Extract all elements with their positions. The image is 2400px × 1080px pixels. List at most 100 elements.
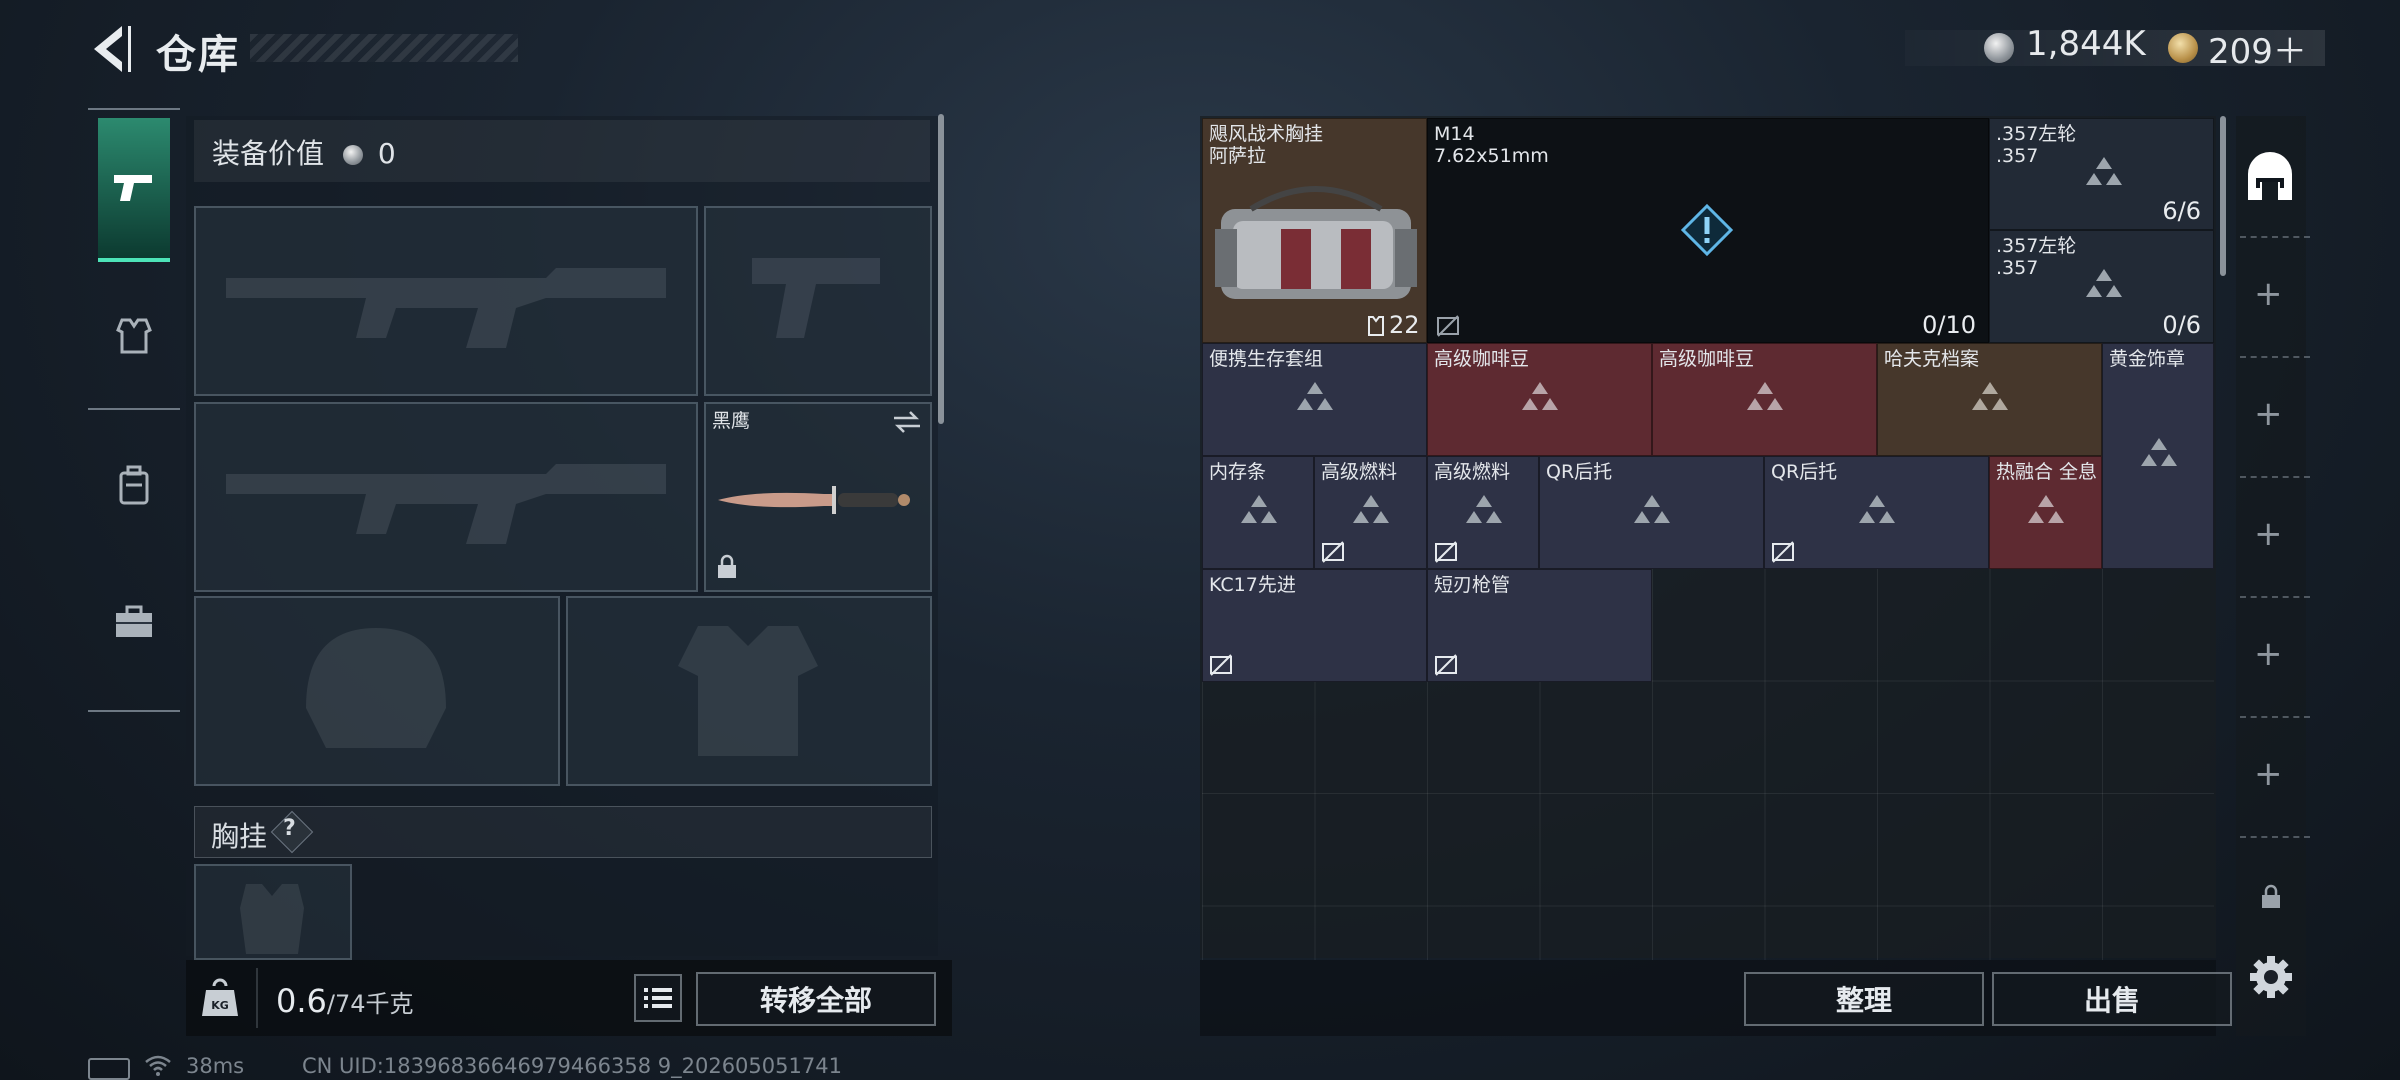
unknown-item-icon [1747,382,1783,410]
storage-item[interactable]: M14 7.62x51mm 0/10 [1427,118,1989,343]
tab-armor[interactable] [98,266,170,406]
item-name: 哈夫克档案 [1884,348,1980,370]
add-page-icon[interactable]: + [2254,634,2283,674]
unknown-item-icon [2086,269,2122,297]
storage-item[interactable]: 高级燃料 [1314,456,1427,569]
no-insurance-icon [1772,541,1794,563]
storage-item[interactable]: 飓风战术胸挂 阿萨拉 22 [1202,118,1427,343]
primary-weapon-slot[interactable] [194,206,698,396]
pistol-silhouette-icon [752,258,880,338]
storage-item[interactable]: 便携生存套组 [1202,343,1427,456]
sell-button[interactable]: 出售 [1992,972,2232,1026]
storage-item[interactable]: QR后托 [1539,456,1764,569]
alert-icon [1680,203,1734,257]
uid-text: CN UID:18396836646979466358 9_2026050517… [302,1054,842,1078]
silver-currency-amount: 1,844K [2026,24,2146,64]
item-name: .357左轮 .357 [1996,235,2077,279]
unknown-item-icon [1297,382,1333,410]
vest-silhouette-icon [678,626,818,756]
storage-item[interactable]: 高级咖啡豆 [1652,343,1877,456]
item-name: KC17先进 [1209,574,1296,596]
item-name: QR后托 [1771,461,1838,483]
category-tabs [88,106,180,712]
unknown-item-icon [1634,495,1670,523]
melee-slot[interactable]: 黑鹰 [704,402,932,592]
unknown-item-icon [1522,382,1558,410]
item-name: 高级咖啡豆 [1434,348,1530,370]
item-count: 22 [1389,311,1420,339]
tab-backpack[interactable] [98,416,170,556]
storage-item[interactable]: 黄金饰章 [2102,343,2214,569]
chest-rig-bag-icon [1215,186,1417,299]
item-name: 内存条 [1209,461,1267,483]
storage-home-icon[interactable] [2244,152,2296,202]
tab-weapons[interactable] [98,118,170,262]
add-page-icon[interactable]: + [2254,394,2283,434]
item-name: 高级咖啡豆 [1659,348,1755,370]
title-decoration [250,34,518,62]
storage-item[interactable]: 短刃枪管 [1427,569,1652,682]
backpack-icon [119,465,149,505]
transfer-all-button[interactable]: 转移全部 [696,972,936,1026]
back-arrow-icon[interactable] [88,22,132,76]
equipment-scrollbar[interactable] [938,114,944,424]
unknown-item-icon [2028,495,2064,523]
tab-case[interactable] [98,552,170,692]
helmet-slot[interactable] [194,596,560,786]
battery-icon [88,1058,130,1080]
item-count: 0/10 [1922,311,1976,339]
rifle-silhouette-icon [226,268,666,348]
wifi-icon [145,1055,171,1076]
knife-icon [718,486,910,514]
armor-vest-icon [116,318,152,354]
equipment-value: 0 [377,137,396,170]
storage-item[interactable]: 哈夫克档案 [1877,343,2102,456]
equipment-value-label: 装备价值 0 [212,137,396,170]
item-name: M14 7.62x51mm [1434,123,1549,167]
rifle-silhouette-icon [226,464,666,544]
add-page-icon[interactable]: + [2254,514,2283,554]
storage-item[interactable]: KC17先进 [1202,569,1427,682]
help-icon[interactable]: ? [283,816,296,841]
lock-icon [2262,884,2280,908]
item-count: 6/6 [2162,197,2201,225]
storage-item[interactable]: 内存条 [1202,456,1314,569]
weight-icon: KG [202,978,238,1016]
settings-gear-icon[interactable] [2248,954,2294,1000]
no-insurance-icon [1435,654,1457,676]
list-icon [644,988,672,1008]
storage-item[interactable]: .357左轮 .357 6/6 [1989,118,2214,230]
storage-item[interactable]: .357左轮 .357 0/6 [1989,230,2214,343]
no-insurance-icon [1210,654,1232,676]
unknown-item-icon [1972,382,2008,410]
item-name: .357左轮 .357 [1996,123,2077,167]
add-page-icon[interactable]: + [2254,274,2283,314]
chest-rig-slot[interactable] [194,864,352,960]
weight-max: /74千克 [326,990,414,1018]
no-insurance-icon [1322,541,1344,563]
list-view-button[interactable] [634,974,682,1022]
item-name: 黄金饰章 [2109,348,2186,370]
storage-item[interactable]: QR后托 [1764,456,1989,569]
item-count: 0/6 [2162,311,2201,339]
unknown-item-icon [2141,438,2177,466]
gold-currency-amount[interactable]: 209＋ [2208,24,2307,73]
storage-item[interactable]: 热融合 全息 [1989,456,2102,569]
weight-value: 0.6 [276,982,327,1020]
item-name: 高级燃料 [1321,461,1398,483]
storage-scrollbar[interactable] [2220,116,2226,276]
secondary-weapon-slot[interactable] [194,402,698,592]
item-name: 飓风战术胸挂 阿萨拉 [1209,123,1324,167]
no-insurance-icon [1437,315,1459,337]
rig-silhouette-icon [240,884,304,954]
sort-button[interactable]: 整理 [1744,972,1984,1026]
pistol-slot[interactable] [704,206,932,396]
storage-item[interactable]: 高级燃料 [1427,456,1539,569]
armor-slot[interactable] [566,596,932,786]
swap-icon[interactable] [892,408,922,436]
item-name: 热融合 全息 [1996,461,2098,483]
unknown-item-icon [1859,495,1895,523]
briefcase-icon [116,605,152,637]
add-page-icon[interactable]: + [2254,754,2283,794]
storage-item[interactable]: 高级咖啡豆 [1427,343,1652,456]
